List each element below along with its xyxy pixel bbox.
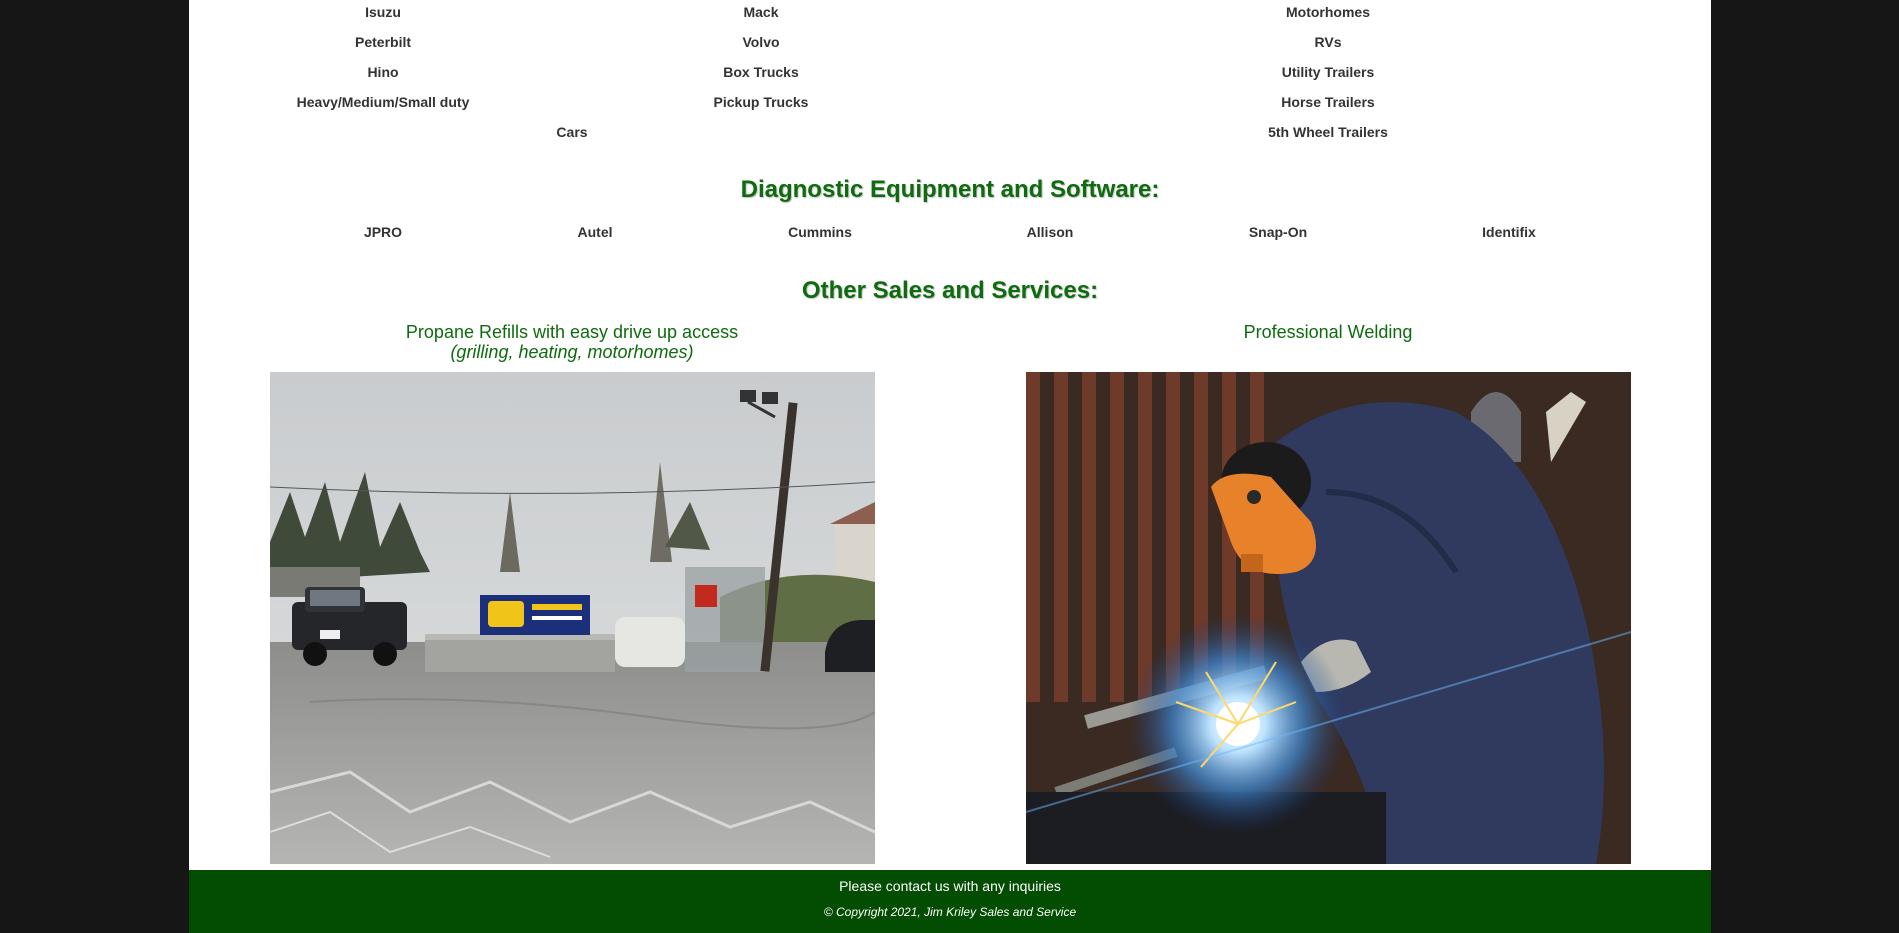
propane-caption: Propane Refills with easy drive up acces… (406, 322, 738, 362)
brand-item-isuzu: Isuzu (365, 4, 401, 20)
propane-caption-text: Propane Refills with easy drive up acces… (405, 322, 739, 342)
brand-item-5th-wheel-trailers: 5th Wheel Trailers (1268, 124, 1388, 140)
brand-row: Isuzu Mack Motorhomes (189, 2, 1711, 22)
brand-item-mack: Mack (743, 4, 779, 20)
footer-copyright: © Copyright 2021, Jim Kriley Sales and S… (823, 905, 1077, 919)
diagnostic-item-cummins: Cummins (788, 224, 852, 240)
brand-row: Hino Box Trucks Utility Trailers (189, 62, 1711, 82)
diagnostic-item-jpro: JPRO (363, 224, 403, 240)
brand-item-motorhomes: Motorhomes (1286, 4, 1370, 20)
diagnostic-list: JPRO Autel Cummins Allison Snap-On Ident… (189, 222, 1711, 242)
brand-item-pickup-trucks: Pickup Trucks (713, 94, 809, 110)
propane-station-photo (270, 372, 875, 864)
brand-item-utility-trailers: Utility Trailers (1281, 64, 1375, 80)
welding-photo (1026, 372, 1631, 864)
diagnostic-item-snap-on: Snap-On (1248, 224, 1308, 240)
diagnostic-section-title: Diagnostic Equipment and Software: (740, 176, 1160, 203)
page-content: Isuzu Mack Motorhomes Peterbilt Volvo RV… (189, 0, 1711, 933)
brand-item-cars: Cars (556, 124, 588, 140)
brand-item-peterbilt: Peterbilt (354, 34, 412, 50)
welding-caption: Professional Welding (1243, 322, 1413, 342)
brand-item-hino: Hino (367, 64, 399, 80)
brand-item-box-trucks: Box Trucks (723, 64, 799, 80)
brand-item-rvs: RVs (1314, 34, 1342, 50)
diagnostic-item-autel: Autel (577, 224, 613, 240)
other-services-section-title: Other Sales and Services: (801, 277, 1099, 304)
diagnostic-item-identifix: Identifix (1482, 224, 1536, 240)
footer-contact-text: Please contact us with any inquiries (839, 878, 1061, 894)
brand-row: Heavy/Medium/Small duty Pickup Trucks Ho… (189, 92, 1711, 112)
brand-item-horse-trailers: Horse Trailers (1281, 94, 1375, 110)
brand-row: Peterbilt Volvo RVs (189, 32, 1711, 52)
site-footer: Please contact us with any inquiries © C… (189, 870, 1711, 933)
diagnostic-item-allison: Allison (1026, 224, 1074, 240)
brand-item-heavy-medium-small-duty: Heavy/Medium/Small duty (296, 94, 470, 110)
propane-caption-subtext: (grilling, heating, motorhomes) (450, 342, 694, 362)
brand-row: Cars 5th Wheel Trailers (189, 122, 1711, 142)
brand-item-volvo: Volvo (742, 34, 780, 50)
